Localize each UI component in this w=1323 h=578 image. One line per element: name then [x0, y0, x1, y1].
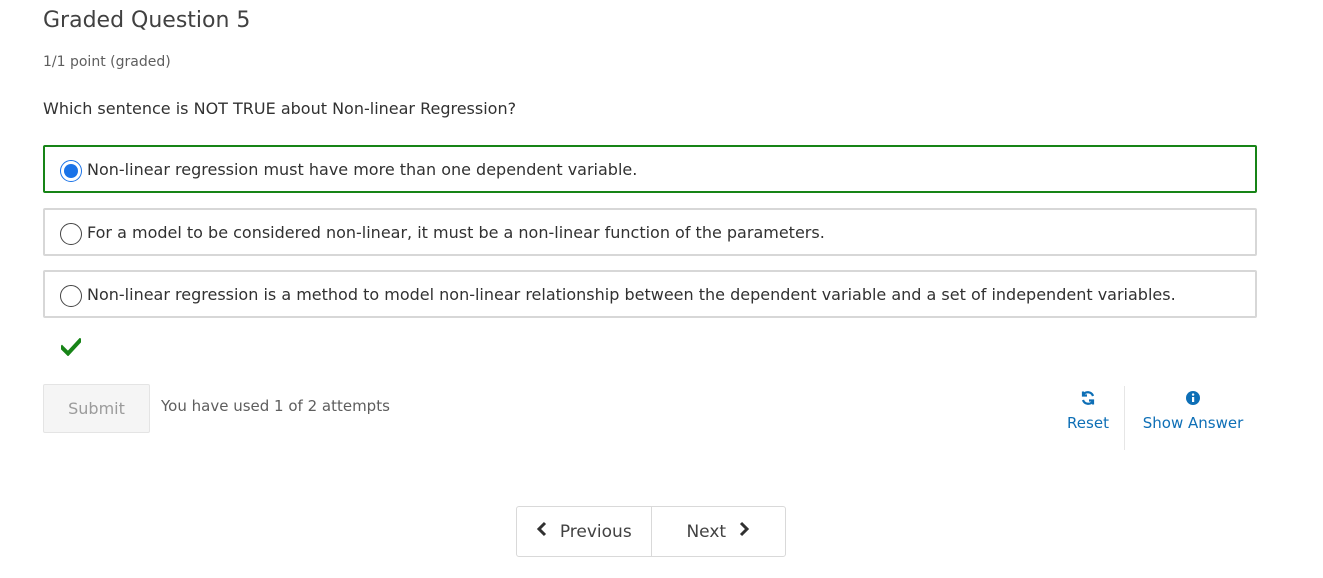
attempts-text: You have used 1 of 2 attempts — [161, 397, 390, 415]
radio-button-3[interactable] — [60, 285, 82, 307]
divider — [1124, 386, 1125, 450]
info-icon — [1137, 390, 1249, 410]
radio-button-2[interactable] — [60, 223, 82, 245]
score-text: 1/1 point (graded) — [43, 54, 171, 70]
answer-option-label: For a model to be considered non-linear,… — [87, 222, 825, 242]
chevron-left-icon — [536, 521, 548, 542]
refresh-icon — [1062, 390, 1114, 410]
next-button[interactable]: Next — [652, 507, 786, 556]
reset-button[interactable]: Reset — [1062, 390, 1114, 432]
radio-button-1[interactable] — [60, 160, 82, 182]
answer-option-label: Non-linear regression must have more tha… — [87, 159, 638, 179]
chevron-right-icon — [738, 521, 750, 542]
question-text: Which sentence is NOT TRUE about Non-lin… — [43, 99, 517, 118]
submit-button[interactable]: Submit — [43, 384, 150, 433]
problem-title: Graded Question 5 — [43, 8, 251, 33]
answer-option-label: Non-linear regression is a method to mod… — [87, 284, 1176, 304]
next-label: Next — [686, 521, 727, 542]
sequence-navigation: Previous Next — [516, 506, 786, 557]
reset-label: Reset — [1067, 414, 1109, 432]
show-answer-button[interactable]: Show Answer — [1137, 390, 1249, 432]
previous-button[interactable]: Previous — [517, 507, 652, 556]
show-answer-label: Show Answer — [1142, 414, 1244, 432]
previous-label: Previous — [559, 521, 632, 542]
answer-option-2[interactable]: For a model to be considered non-linear,… — [43, 208, 1257, 256]
check-icon — [59, 337, 83, 357]
answer-option-1[interactable]: Non-linear regression must have more tha… — [43, 145, 1257, 193]
answer-option-3[interactable]: Non-linear regression is a method to mod… — [43, 270, 1257, 318]
